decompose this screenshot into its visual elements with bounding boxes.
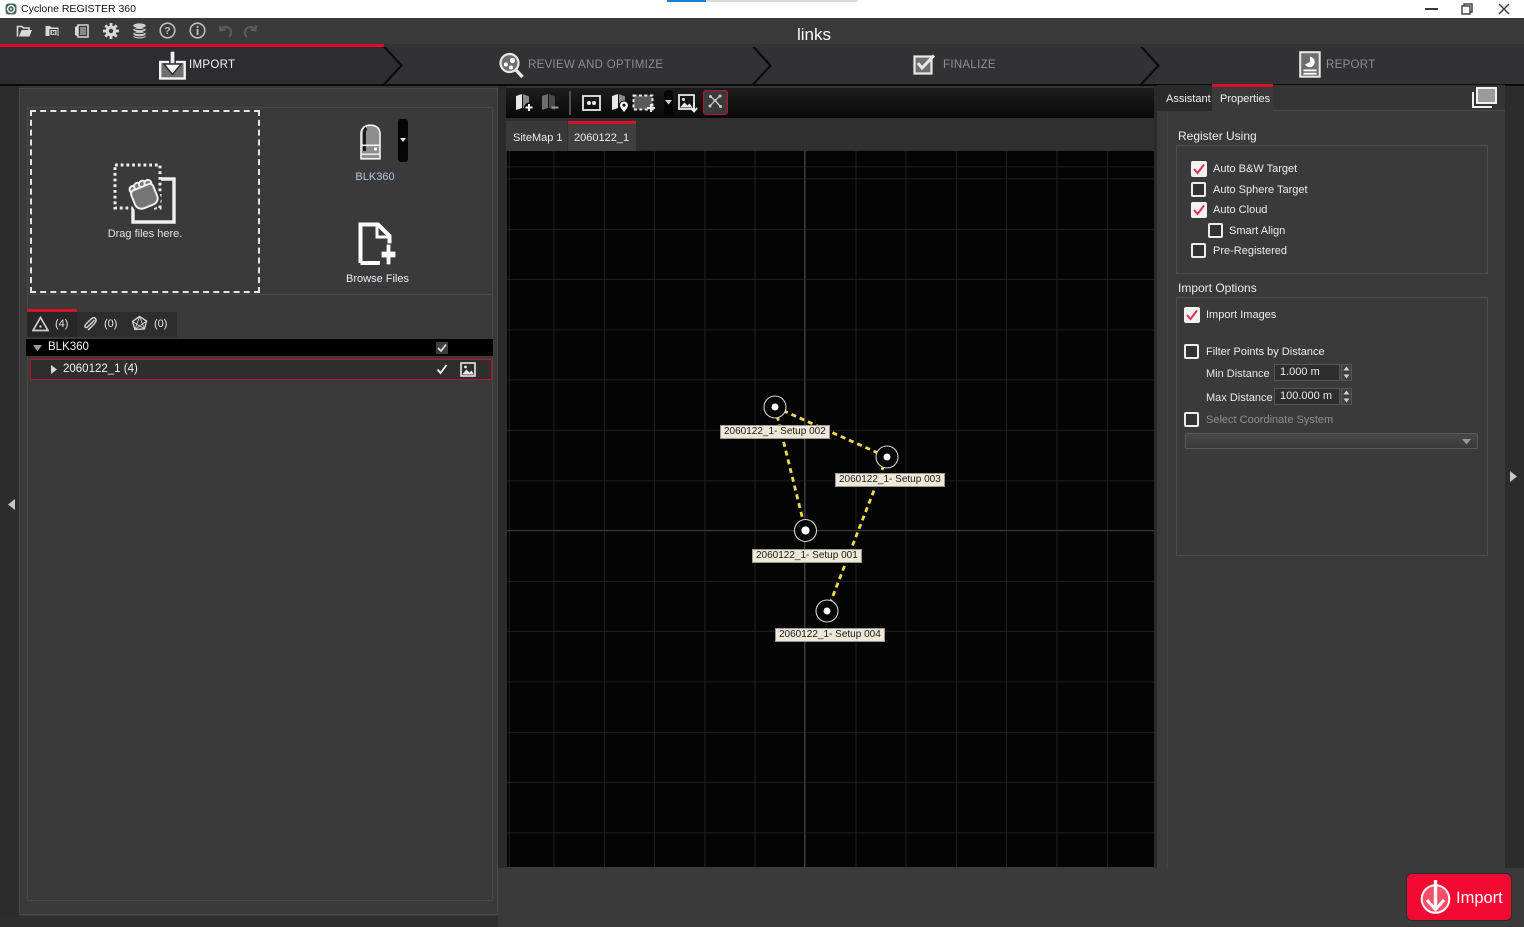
svg-text:?: ?	[164, 25, 170, 37]
